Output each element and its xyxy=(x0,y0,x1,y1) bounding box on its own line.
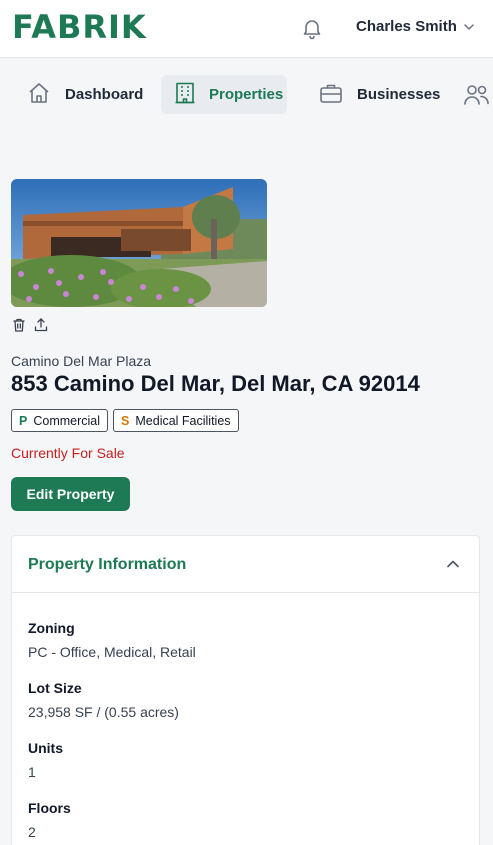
tag-medical-facilities: S Medical Facilities xyxy=(113,409,239,432)
tag-label: Commercial xyxy=(33,413,101,428)
field-units: Units 1 xyxy=(28,740,63,780)
briefcase-icon xyxy=(319,82,357,108)
chevron-down-icon[interactable] xyxy=(462,20,476,34)
nav-item-label: Properties xyxy=(209,86,284,103)
field-zoning: Zoning PC - Office, Medical, Retail xyxy=(28,620,196,660)
app-logo[interactable]: FABRIK xyxy=(12,10,147,44)
card-header[interactable]: Property Information xyxy=(12,536,479,593)
tag-letter: P xyxy=(19,413,28,428)
field-value: PC - Office, Medical, Retail xyxy=(28,644,196,660)
nav-item-label: Dashboard xyxy=(65,86,144,103)
property-name: Camino Del Mar Plaza xyxy=(11,353,152,369)
field-label: Units xyxy=(28,740,63,756)
trash-icon[interactable] xyxy=(11,317,27,333)
nav-item-dashboard[interactable]: Dashboard xyxy=(13,75,153,114)
property-photo[interactable] xyxy=(11,179,267,307)
chevron-up-icon[interactable] xyxy=(445,556,461,572)
building-icon xyxy=(175,82,209,108)
field-label: Floors xyxy=(28,800,71,816)
field-value: 1 xyxy=(28,764,36,780)
sale-status: Currently For Sale xyxy=(11,445,125,461)
property-tags: P Commercial S Medical Facilities xyxy=(11,409,239,432)
field-value: 23,958 SF / (0.55 acres) xyxy=(28,704,179,720)
nav-item-label: Businesses xyxy=(357,86,441,103)
home-icon xyxy=(27,81,65,109)
property-address: 853 Camino Del Mar, Del Mar, CA 92014 xyxy=(11,371,420,396)
main-nav: Dashboard Properties Businesses xyxy=(0,59,493,131)
user-menu-name[interactable]: Charles Smith xyxy=(356,18,457,35)
nav-item-properties[interactable]: Properties xyxy=(161,75,287,114)
tag-letter: S xyxy=(121,413,130,428)
field-label: Zoning xyxy=(28,620,75,636)
card-title: Property Information xyxy=(28,556,187,573)
property-information-card: Property Information Zoning PC - Office,… xyxy=(11,535,480,845)
field-value: 2 xyxy=(28,824,36,840)
field-lot-size: Lot Size 23,958 SF / (0.55 acres) xyxy=(28,680,179,720)
bell-icon[interactable] xyxy=(300,16,324,40)
photo-actions xyxy=(11,317,49,333)
users-icon[interactable] xyxy=(463,83,493,112)
field-floors: Floors 2 xyxy=(28,800,71,840)
top-header: FABRIK Charles Smith xyxy=(0,0,493,58)
tag-commercial: P Commercial xyxy=(11,409,109,432)
upload-icon[interactable] xyxy=(33,317,49,333)
edit-property-button[interactable]: Edit Property xyxy=(11,477,130,511)
nav-item-businesses[interactable]: Businesses xyxy=(305,75,450,114)
field-label: Lot Size xyxy=(28,680,82,696)
tag-label: Medical Facilities xyxy=(135,413,231,428)
